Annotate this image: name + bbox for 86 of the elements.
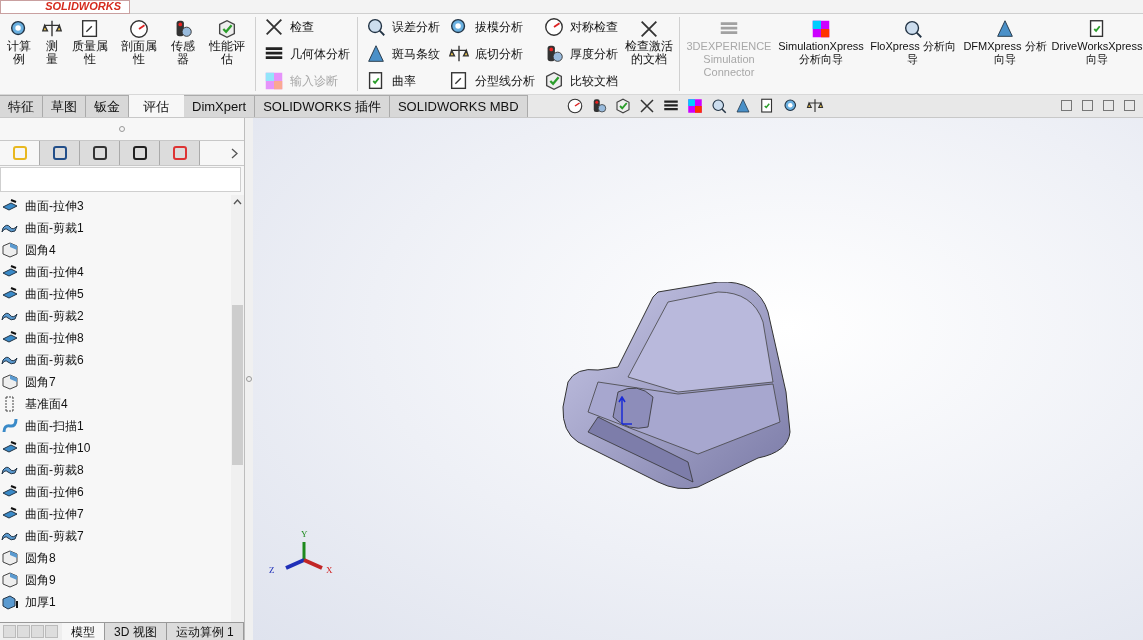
bottom-tab[interactable]: 运动算例 1 <box>166 623 244 640</box>
ribbon-button[interactable]: DriveWorksXpress 向导 <box>1051 14 1143 94</box>
view-tool-icon[interactable] <box>709 96 728 115</box>
filter-field[interactable] <box>0 167 241 192</box>
tree-item[interactable]: 曲面-剪裁6 <box>25 351 84 369</box>
tree-item[interactable]: 曲面-拉伸10 <box>25 439 91 457</box>
scrollbar[interactable] <box>231 195 244 622</box>
view-tool-icon[interactable] <box>613 96 632 115</box>
origin-axes-icon <box>617 396 635 426</box>
ribbon-tab[interactable]: 特征 <box>0 95 43 117</box>
tool-icon <box>128 18 151 40</box>
ribbon-button[interactable]: 性能评估 <box>202 14 253 94</box>
window-control-icon[interactable] <box>1124 100 1135 111</box>
panel-tab-icon <box>51 145 68 161</box>
tree-item[interactable]: 基准面4 <box>25 395 68 413</box>
x-axis-label: X <box>326 564 333 577</box>
ribbon-tab[interactable]: DimXpert <box>184 95 256 117</box>
panel-tab-icon <box>91 145 108 161</box>
tool-icon <box>994 18 1016 40</box>
ribbon-button[interactable]: 传感器 <box>164 14 203 94</box>
ribbon-button[interactable]: 计算例 <box>0 14 39 94</box>
tree-item[interactable]: 曲面-剪裁8 <box>25 461 84 479</box>
tree-item[interactable]: 曲面-剪裁2 <box>25 307 84 325</box>
tree-item[interactable]: 曲面-扫描1 <box>25 417 84 435</box>
ribbon-tab[interactable]: 评估 <box>129 95 184 117</box>
ribbon-button[interactable]: 几何体分析 <box>263 42 351 66</box>
tool-icon <box>902 18 924 40</box>
ribbon-button[interactable]: 质量属性 <box>65 14 115 94</box>
ribbon-button[interactable]: 比较文档 <box>543 68 619 93</box>
chevron-right-icon[interactable] <box>231 147 238 159</box>
ribbon-button[interactable]: DFMXpress 分析向导 <box>959 14 1051 94</box>
ribbon-button[interactable]: 测量 <box>38 14 66 94</box>
view-tool-icon[interactable] <box>565 96 584 115</box>
tree-item[interactable]: 圆角9 <box>25 571 56 589</box>
window-control-icon[interactable] <box>1103 100 1114 111</box>
bottom-tab[interactable]: 模型 <box>62 623 105 640</box>
panel-tab-icon <box>11 145 28 161</box>
panel-tab[interactable] <box>80 141 120 165</box>
tree-item[interactable]: 圆角4 <box>25 241 56 259</box>
ribbon-button[interactable]: 检查激活的文档 <box>622 14 677 94</box>
graphics-viewport[interactable]: Y Z X <box>253 118 1143 640</box>
ribbon-tab[interactable]: SOLIDWORKS 插件 <box>255 95 390 117</box>
scroll-thumb[interactable] <box>232 305 243 465</box>
bottom-tab[interactable]: 3D 视图 <box>105 623 167 640</box>
z-axis-label: Z <box>269 564 275 577</box>
tree-item[interactable]: 曲面-剪裁1 <box>25 219 84 237</box>
ribbon-button[interactable]: 检查 <box>263 15 351 40</box>
tree-item[interactable]: 圆角8 <box>25 549 56 567</box>
tree-item[interactable]: 曲面-剪裁7 <box>25 527 84 545</box>
thicken-feature-icon <box>0 593 20 611</box>
view-tool-icon[interactable] <box>805 96 824 115</box>
ribbon-button[interactable]: 厚度分析 <box>543 42 619 66</box>
ribbon-button[interactable]: 拔模分析 <box>448 15 536 40</box>
ribbon-button[interactable]: 对称检查 <box>543 15 619 40</box>
panel-tab-icon <box>131 145 148 161</box>
app-logo: SOLIDWORKS <box>45 1 121 12</box>
tree-item[interactable]: 曲面-拉伸3 <box>25 197 84 215</box>
ribbon-button[interactable]: 分型线分析 <box>448 68 536 93</box>
ribbon-button[interactable]: 剖面属性 <box>114 14 165 94</box>
view-tool-icon[interactable] <box>637 96 656 115</box>
ribbon-button[interactable]: 底切分析 <box>448 42 536 66</box>
scroll-up-icon[interactable] <box>233 199 242 205</box>
tree-item[interactable]: 曲面-拉伸7 <box>25 505 84 523</box>
panel-tab[interactable] <box>40 141 80 165</box>
tree-item[interactable]: 曲面-拉伸8 <box>25 329 84 347</box>
tree-item[interactable]: 曲面-拉伸5 <box>25 285 84 303</box>
tree-item[interactable]: 加厚1 <box>25 593 56 611</box>
panel-tab[interactable] <box>120 141 160 165</box>
ribbon-button[interactable]: 曲率 <box>365 68 441 93</box>
tree-item[interactable]: 曲面-拉伸6 <box>25 483 84 501</box>
tool-icon <box>810 18 832 40</box>
ribbon-tab[interactable]: 草图 <box>43 95 86 117</box>
tree-item[interactable]: 曲面-拉伸4 <box>25 263 84 281</box>
panel-tab-icon <box>171 145 188 161</box>
sweep-feature-icon <box>0 417 20 435</box>
ribbon-tab[interactable]: 钣金 <box>86 95 129 117</box>
y-axis-label: Y <box>301 528 308 541</box>
ribbon-button[interactable]: FloXpress 分析向导 <box>867 14 959 94</box>
window-control-icon[interactable] <box>1082 100 1093 111</box>
tool-icon <box>365 16 388 39</box>
ribbon-button[interactable]: 斑马条纹 <box>365 42 441 66</box>
window-control-icon[interactable] <box>1061 100 1072 111</box>
ribbon-tab[interactable]: SOLIDWORKS MBD <box>389 95 528 117</box>
ribbon-button[interactable]: SimulationXpress 分析向导 <box>775 14 867 94</box>
ribbon-button[interactable]: 误差分析 <box>365 15 441 40</box>
tree-item[interactable]: 圆角7 <box>25 373 56 391</box>
